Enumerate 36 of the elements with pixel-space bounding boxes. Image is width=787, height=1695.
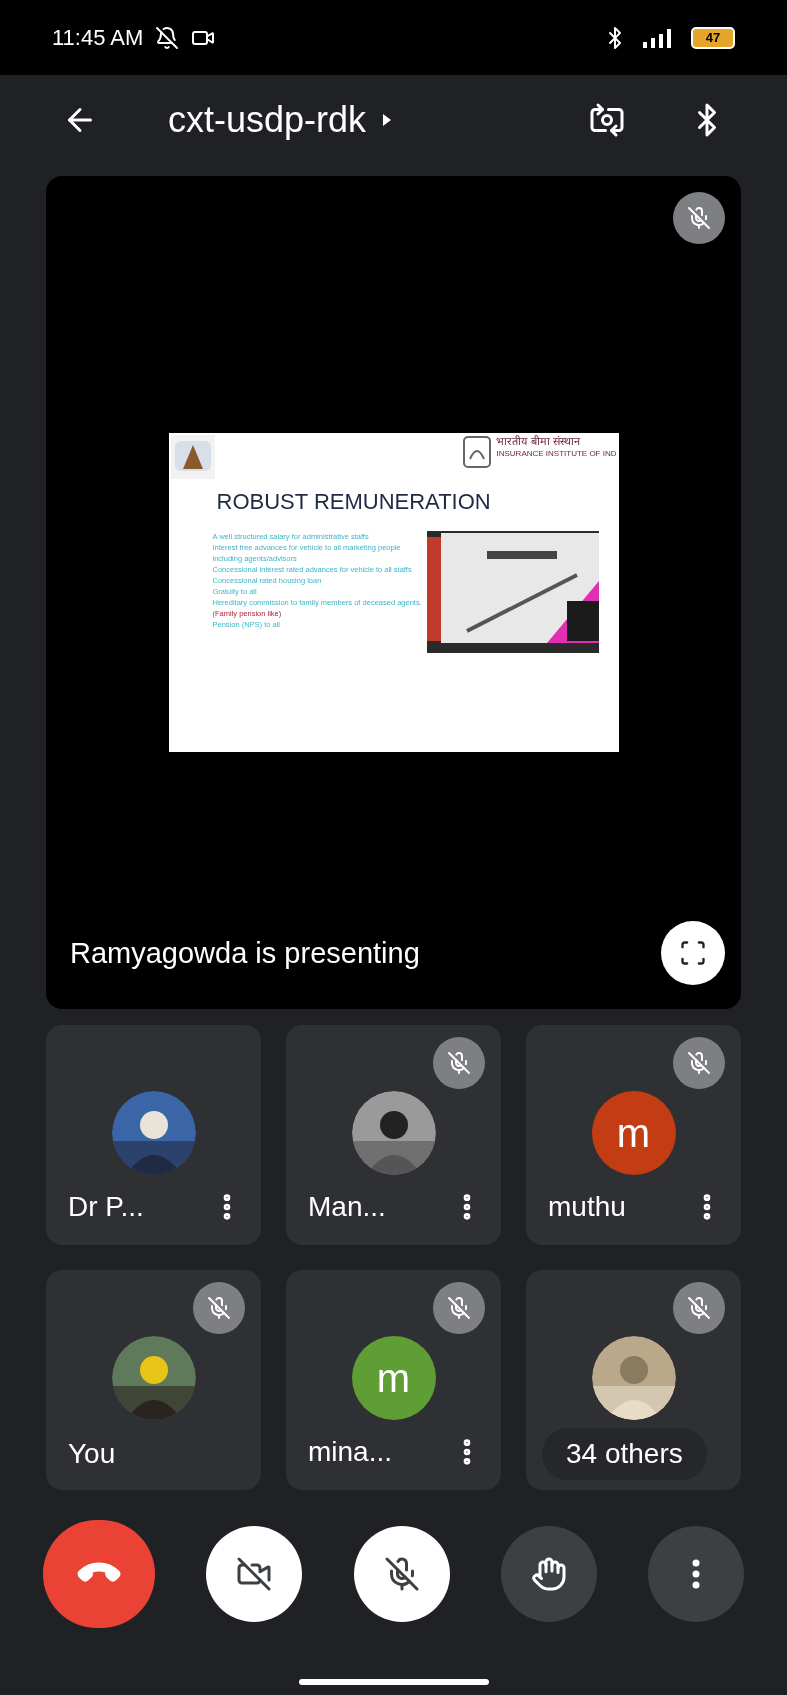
camera-off-icon — [236, 1556, 273, 1592]
slide-title: ROBUST REMUNERATION — [216, 491, 492, 513]
participant-name: You — [68, 1440, 116, 1468]
institute-name: भारतीय बीमा संस्थान — [496, 435, 582, 449]
caret-icon — [382, 113, 393, 127]
muted-icon — [673, 192, 725, 244]
status-time: 11:45 AM — [52, 24, 144, 52]
muted-icon — [433, 1282, 485, 1334]
participant-name: mina... — [308, 1438, 393, 1466]
mic-off-icon — [383, 1556, 420, 1592]
avatar: m — [591, 1091, 676, 1175]
logo-icon — [462, 435, 493, 469]
muted-icon — [433, 1037, 485, 1089]
participant-tile[interactable]: 34 others — [526, 1270, 741, 1490]
participant-tile[interactable]: m mina... — [286, 1270, 501, 1490]
meeting-title[interactable]: cxt-usdp-rdk — [168, 93, 367, 147]
battery-indicator: 47 — [691, 26, 735, 49]
participant-name: Man... — [308, 1193, 386, 1221]
participant-tile[interactable]: Dr P... — [46, 1025, 261, 1245]
muted-icon — [193, 1282, 245, 1334]
avatar: m — [351, 1336, 436, 1420]
participant-name: muthu — [548, 1193, 626, 1221]
presenting-caption: Ramyagowda is presenting — [70, 935, 420, 971]
participant-tile[interactable]: m muthu — [526, 1025, 741, 1245]
bell-off-icon — [155, 25, 180, 50]
participant-name: Dr P... — [68, 1193, 144, 1221]
participant-tile[interactable]: You — [46, 1270, 261, 1490]
others-badge[interactable]: 34 others — [542, 1428, 707, 1480]
fullscreen-icon — [679, 939, 707, 967]
participant-tile[interactable]: Man... — [286, 1025, 501, 1245]
switch-camera-icon[interactable] — [589, 102, 625, 138]
more-icon — [692, 1559, 700, 1589]
muted-icon — [673, 1037, 725, 1089]
hand-icon — [530, 1556, 567, 1592]
muted-icon — [673, 1282, 725, 1334]
institute-subtitle: INSURANCE INSTITUTE OF IND — [496, 448, 617, 459]
